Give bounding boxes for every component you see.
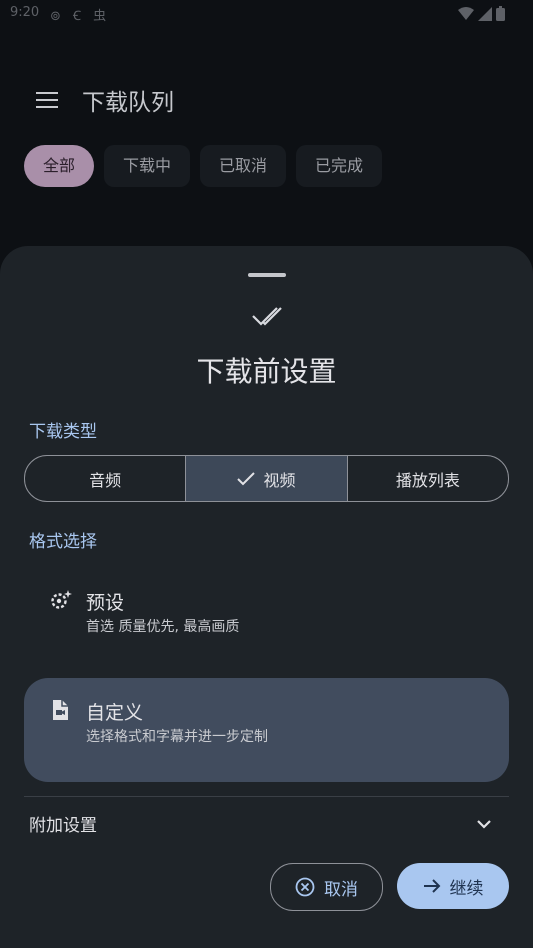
menu-icon-line	[36, 92, 58, 94]
custom-option[interactable]: 自定义 选择格式和字幕并进一步定制	[24, 678, 509, 782]
battery-icon	[496, 6, 505, 21]
status-notification-icons: ⊚ Ꞓ 虫	[50, 9, 111, 24]
custom-title: 自定义	[86, 702, 144, 724]
done-all-icon	[252, 307, 282, 326]
download-type-label: 下载类型	[29, 422, 97, 442]
type-audio-label: 音频	[89, 470, 122, 490]
filter-chip-completed[interactable]: 已完成	[296, 145, 383, 187]
filter-chips: 全部 下载中 已取消 已完成	[24, 145, 383, 187]
check-icon	[237, 471, 256, 485]
menu-icon-line	[36, 99, 58, 101]
cancel-button[interactable]: 取消	[270, 863, 383, 911]
drag-handle[interactable]	[248, 273, 286, 277]
cancel-label: 取消	[324, 879, 358, 900]
sheet-title: 下载前设置	[196, 355, 337, 388]
preset-option[interactable]: 预设 首选 质量优先, 最高画质	[24, 568, 509, 672]
bottom-sheet: 下载前设置 下载类型 音频 视频 播放列表 格式选择 预设 首选 质量优先, 最…	[0, 246, 533, 948]
status-time: 9:20	[10, 5, 40, 20]
format-selection-label: 格式选择	[29, 532, 97, 552]
type-playlist-label: 播放列表	[395, 470, 460, 490]
type-video-label: 视频	[263, 470, 296, 490]
download-type-selector: 音频 视频 播放列表	[24, 455, 509, 502]
signal-icon	[478, 6, 492, 21]
preset-description: 首选 质量优先, 最高画质	[86, 619, 240, 635]
auto-settings-icon	[51, 590, 72, 609]
preset-title: 预设	[86, 592, 125, 614]
type-audio-button[interactable]: 音频	[25, 456, 187, 501]
chevron-down-icon	[477, 820, 491, 829]
page-title: 下载队列	[82, 90, 174, 116]
continue-label: 继续	[449, 878, 484, 899]
wifi-icon	[458, 6, 474, 20]
type-playlist-button[interactable]: 播放列表	[348, 456, 508, 501]
filter-chip-downloading[interactable]: 下载中	[104, 145, 191, 187]
filter-chip-cancelled[interactable]: 已取消	[200, 145, 287, 187]
type-video-button[interactable]: 视频	[186, 456, 348, 501]
additional-settings-label: 附加设置	[29, 816, 97, 836]
menu-button[interactable]	[28, 84, 64, 116]
arrow-forward-icon	[423, 879, 440, 893]
cancel-circle-icon	[295, 877, 315, 897]
status-system-icons	[458, 6, 505, 21]
status-bar: 9:20 ⊚ Ꞓ 虫	[0, 0, 533, 30]
continue-button[interactable]: 继续	[397, 863, 509, 909]
custom-description: 选择格式和字幕并进一步定制	[86, 729, 268, 745]
menu-icon-line	[36, 106, 58, 108]
filter-chip-all[interactable]: 全部	[24, 145, 95, 187]
app-bar: 下载队列	[0, 70, 533, 130]
divider	[24, 796, 509, 797]
additional-settings-row[interactable]: 附加设置	[24, 804, 509, 854]
video-file-icon	[53, 700, 68, 720]
